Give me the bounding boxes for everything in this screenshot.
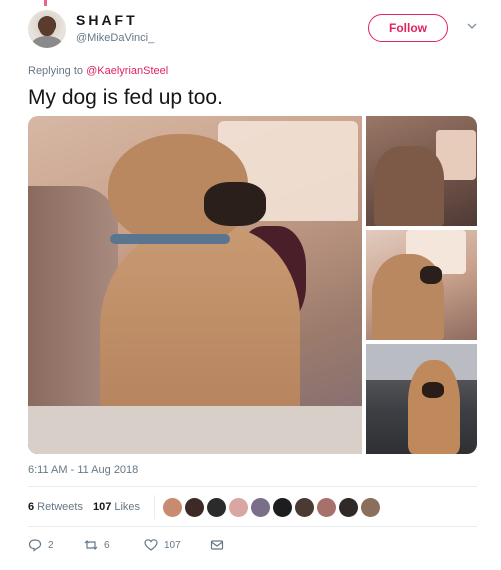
liker-avatar[interactable] [207, 497, 227, 517]
likes-stat[interactable]: 107 Likes [93, 501, 140, 513]
photo-main[interactable] [28, 116, 362, 454]
retweet-icon [84, 540, 98, 550]
dog-snout-small [420, 266, 442, 284]
avatar[interactable] [28, 10, 66, 48]
dog-small [408, 360, 460, 454]
reply-icon [28, 539, 42, 552]
retweets-count: 6 [28, 501, 35, 513]
envelope-icon [210, 540, 224, 550]
engagement-stats: 6 Retweets 107 Likes [28, 495, 477, 519]
avatar-face [39, 16, 55, 36]
dog-snout-small [422, 382, 444, 398]
likes-label: Likes [114, 501, 141, 513]
media-grid [28, 116, 477, 454]
divider [28, 486, 477, 487]
chevron-down-icon[interactable] [466, 20, 478, 32]
retweets-label: Retweets [37, 501, 83, 513]
direct-message-button[interactable] [210, 538, 230, 552]
tweet-header: SHAFT @MikeDaVinci_ Follow [28, 10, 483, 50]
action-bar: 2 6 107 [28, 536, 328, 554]
tweet-timestamp[interactable]: 6:11 AM - 11 Aug 2018 [28, 464, 138, 476]
liker-avatar[interactable] [295, 497, 315, 517]
liker-avatar[interactable] [339, 497, 359, 517]
liker-avatar[interactable] [273, 497, 293, 517]
reply-mention-link[interactable]: @KaelyrianSteel [86, 65, 168, 77]
like-button[interactable]: 107 [144, 538, 210, 552]
liker-avatar[interactable] [163, 497, 183, 517]
stats-separator [154, 495, 156, 519]
replying-prefix: Replying to [28, 65, 87, 77]
liker-avatar[interactable] [317, 497, 337, 517]
photo-thumb-2[interactable] [366, 230, 477, 340]
reply-count: 2 [48, 539, 54, 551]
tweet-text: My dog is fed up too. [28, 86, 223, 109]
liker-avatar[interactable] [361, 497, 381, 517]
retweet-count: 6 [104, 539, 110, 551]
photo-thumb-3[interactable] [366, 344, 477, 454]
photo-thumb-1[interactable] [366, 116, 477, 226]
couch-front [28, 406, 362, 454]
reply-button[interactable]: 2 [28, 538, 84, 552]
likers-avatars [163, 497, 381, 517]
liker-avatar[interactable] [251, 497, 271, 517]
retweets-stat[interactable]: 6 Retweets [28, 501, 83, 513]
dog-collar [110, 234, 230, 244]
top-accent [0, 0, 501, 6]
liker-avatar[interactable] [185, 497, 205, 517]
heart-icon [144, 539, 158, 551]
user-handle[interactable]: @MikeDaVinci_ [76, 32, 154, 44]
follow-button[interactable]: Follow [368, 14, 448, 42]
like-count: 107 [164, 539, 181, 551]
thread-line [44, 0, 47, 6]
retweet-button[interactable]: 6 [84, 538, 144, 552]
avatar-shirt [32, 36, 62, 48]
likes-count: 107 [92, 501, 112, 513]
replying-to: Replying to @KaelyrianSteel [28, 65, 168, 77]
display-name[interactable]: SHAFT [76, 12, 138, 28]
dog-snout [204, 182, 266, 226]
dog-small [374, 146, 444, 226]
divider [28, 526, 477, 527]
liker-avatar[interactable] [229, 497, 249, 517]
